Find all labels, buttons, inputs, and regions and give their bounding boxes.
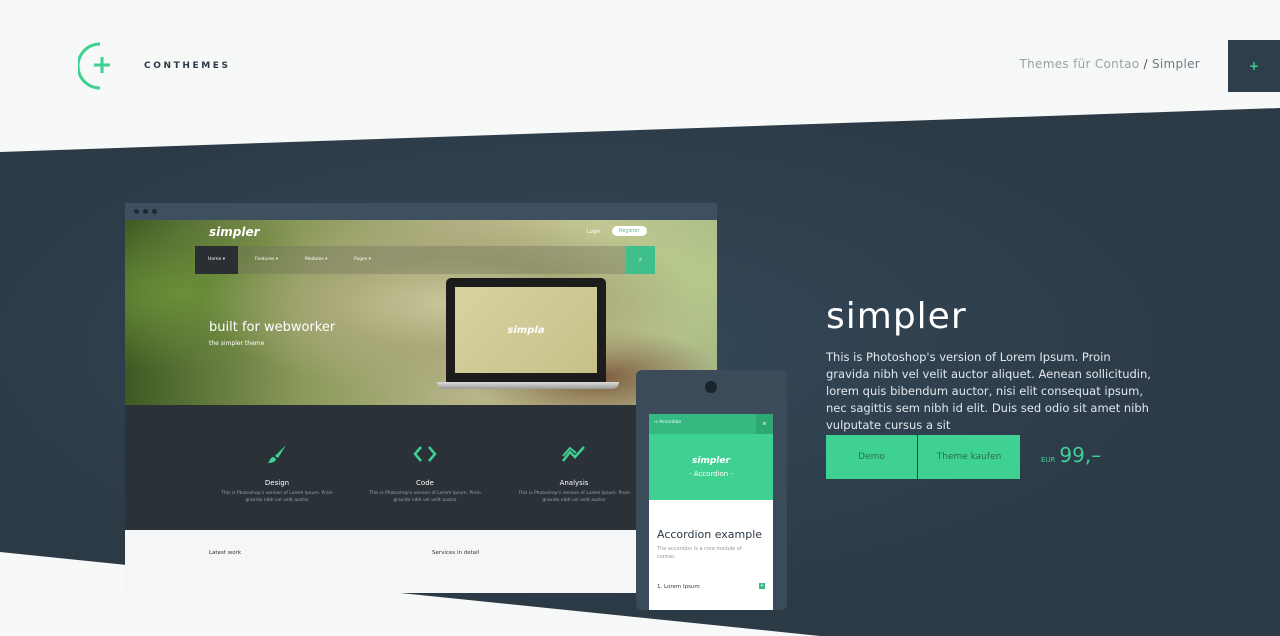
buy-theme-button[interactable]: Theme kaufen bbox=[918, 435, 1020, 479]
search-icon: ⌕ bbox=[626, 246, 655, 274]
mock-features: Design This is Photoshop's version of Lo… bbox=[125, 405, 717, 530]
laptop-logo: simpla bbox=[507, 324, 545, 336]
mock-nav-item: Pages ▾ bbox=[354, 257, 371, 262]
mock-hero: simpler Login Register Home ▾ Features ▾… bbox=[125, 220, 717, 405]
mock-nav: Home ▾ Features ▾ Modules ▾ Pages ▾ ⌕ bbox=[195, 246, 655, 274]
mock-nav-item: Home ▾ bbox=[195, 246, 238, 274]
feature-analysis: Analysis This is Photoshop's version of … bbox=[514, 443, 634, 505]
phone-item: 1. Lorem Ipsum bbox=[657, 584, 700, 590]
mock-hero-title: built for webworker bbox=[209, 320, 336, 335]
phone-logo: simpler bbox=[692, 456, 730, 466]
feature-design: Design This is Photoshop's version of Lo… bbox=[217, 443, 337, 505]
product-description: This is Photoshop's version of Lorem Ips… bbox=[826, 350, 1151, 432]
feature-title: Design bbox=[264, 479, 290, 487]
code-icon bbox=[365, 443, 485, 465]
window-dot-icon bbox=[134, 209, 139, 214]
mock-register: Register bbox=[612, 226, 647, 236]
window-dot-icon bbox=[143, 209, 148, 214]
mock-nav-item: Features ▾ bbox=[255, 257, 279, 262]
window-dot-icon bbox=[152, 209, 157, 214]
brush-icon bbox=[217, 443, 337, 465]
mock-site-logo: simpler bbox=[209, 225, 260, 239]
phone-screen: → Accordion ≡ simpler - Accordion - Accor… bbox=[649, 414, 773, 610]
menu-icon: ≡ bbox=[756, 414, 773, 434]
mock-latest-work: Latest work bbox=[209, 550, 242, 556]
laptop-image: simpla bbox=[437, 278, 619, 389]
feature-text: This is Photoshop's version of Lorem Ips… bbox=[369, 491, 481, 503]
mock-hero-subtitle: the simpler theme bbox=[209, 340, 265, 347]
breadcrumb: Themes für Contao / Simpler bbox=[1020, 57, 1200, 71]
price: EUR 99,– bbox=[1041, 443, 1101, 467]
camera-icon bbox=[705, 381, 717, 393]
feature-code: Code This is Photoshop's version of Lore… bbox=[365, 443, 485, 505]
phone-mockup: → Accordion ≡ simpler - Accordion - Accor… bbox=[636, 370, 787, 610]
plus-icon: + bbox=[759, 583, 765, 589]
feature-text: This is Photoshop's version of Lorem Ips… bbox=[221, 491, 333, 503]
mock-login: Login bbox=[587, 229, 601, 235]
feature-title: Code bbox=[416, 479, 434, 487]
browser-mockup: simpler Login Register Home ▾ Features ▾… bbox=[125, 203, 717, 593]
price-currency: EUR bbox=[1041, 456, 1056, 464]
phone-title: Accordion example bbox=[657, 528, 763, 541]
feature-title: Analysis bbox=[559, 479, 589, 487]
menu-button[interactable]: + bbox=[1228, 40, 1280, 92]
feature-text: This is Photoshop's version of Lorem Ips… bbox=[518, 491, 630, 503]
product-title: simpler bbox=[826, 296, 967, 337]
browser-titlebar bbox=[125, 203, 717, 220]
price-amount: 99,– bbox=[1059, 443, 1102, 467]
mock-lower-section: Latest work Services in detail bbox=[125, 530, 717, 593]
mock-services: Services in detail bbox=[432, 550, 480, 556]
phone-subtitle: - Accordion - bbox=[688, 470, 733, 478]
breadcrumb-parent[interactable]: Themes für Contao bbox=[1020, 57, 1140, 71]
breadcrumb-separator: / bbox=[1143, 57, 1148, 71]
demo-button[interactable]: Demo bbox=[826, 435, 917, 479]
breadcrumb-current: Simpler bbox=[1151, 57, 1200, 71]
chart-icon bbox=[514, 443, 634, 465]
plus-icon: + bbox=[1248, 59, 1260, 73]
brand-name[interactable]: CONTHEMES bbox=[144, 61, 231, 71]
phone-desc: The accordion is a core module of contao… bbox=[657, 546, 742, 560]
mock-nav-item: Modules ▾ bbox=[305, 257, 328, 262]
conthemes-logo-icon[interactable] bbox=[78, 42, 126, 90]
phone-top-label: → Accordion bbox=[654, 420, 682, 425]
